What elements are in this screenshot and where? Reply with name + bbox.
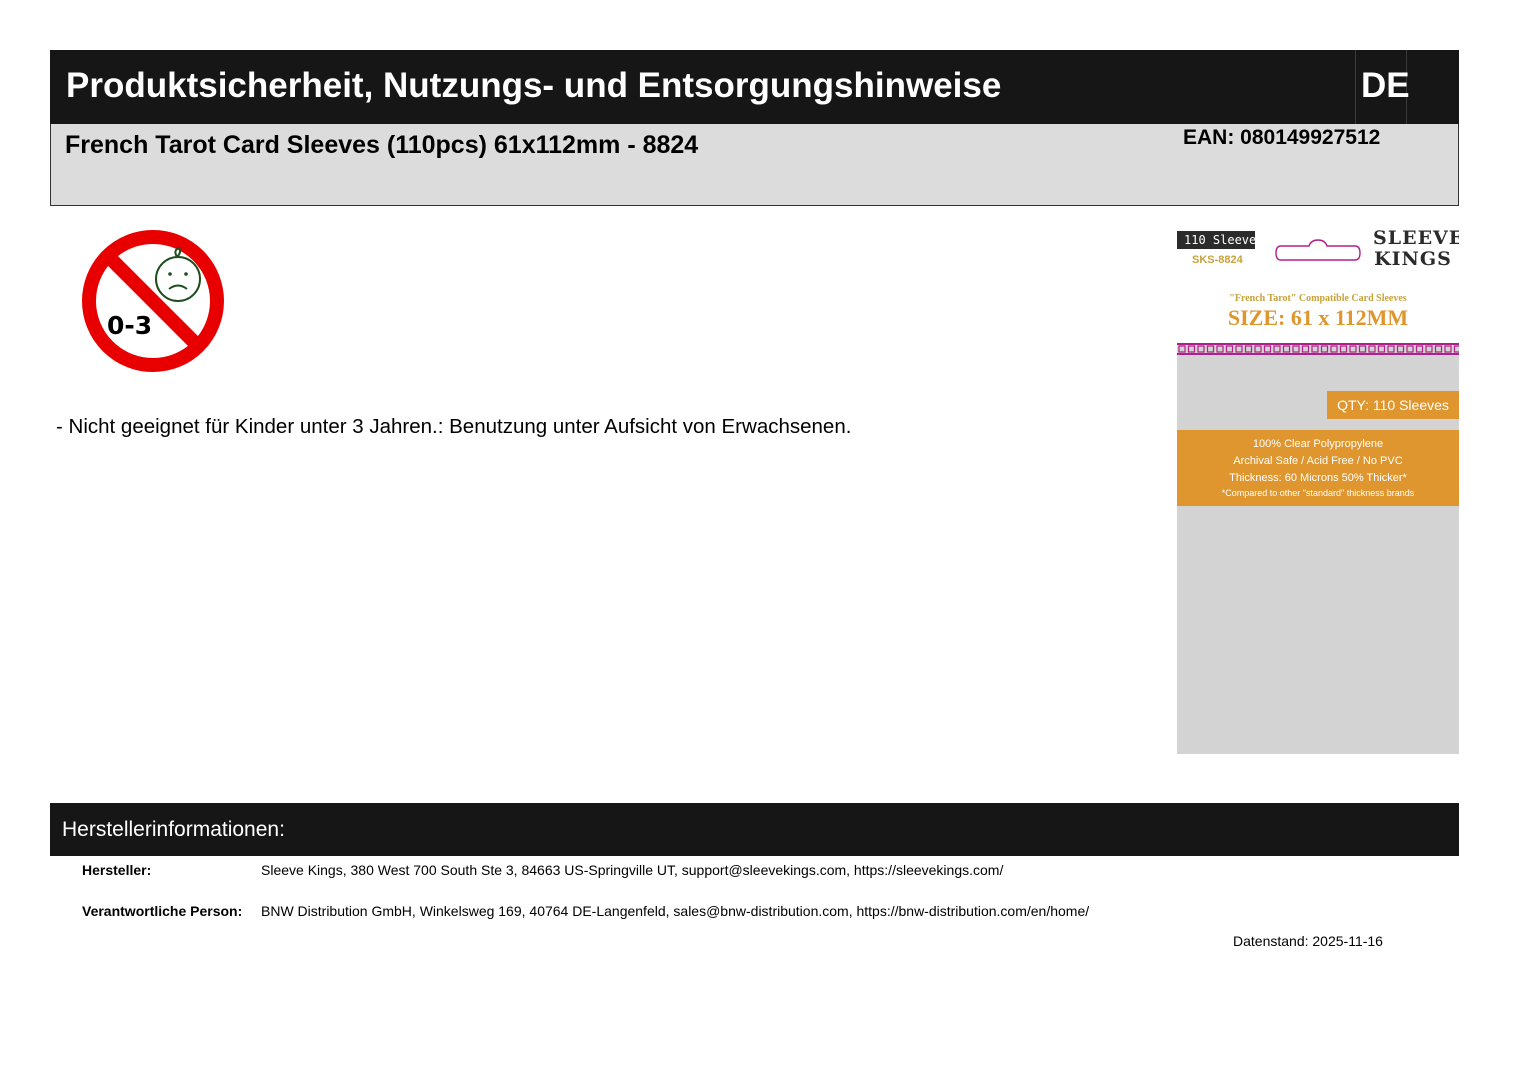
package-qty-badge: QTY: 110 Sleeves <box>1327 391 1459 419</box>
band-line: Archival Safe / Acid Free / No PVC <box>1233 455 1403 467</box>
responsible-person-value: BNW Distribution GmbH, Winkelsweg 169, 4… <box>261 903 1090 919</box>
no-children-under-3-icon: 0-3 <box>82 230 224 372</box>
warning-text: - Nicht geeignet für Kinder unter 3 Jahr… <box>56 415 852 438</box>
package-info-band: 100% Clear Polypropylene Archival Safe /… <box>1177 430 1459 506</box>
brand-logo-line2: KINGS <box>1374 248 1452 270</box>
header-bar: Produktsicherheit, Nutzungs- und Entsorg… <box>50 50 1459 124</box>
brand-logo-line1: SLEEVE <box>1373 227 1459 249</box>
manufacturer-label: Hersteller: <box>82 862 152 878</box>
band-line: 100% Clear Polypropylene <box>1252 438 1384 450</box>
language-code: DE <box>1361 66 1410 105</box>
decorative-border <box>1177 343 1459 355</box>
manufacturer-header: Herstellerinformationen: <box>50 803 1459 856</box>
language-box: DE <box>1355 50 1410 124</box>
age-label: 0-3 <box>107 311 152 340</box>
package-sku: SKS-8824 <box>1192 254 1243 266</box>
brand-logo: SLEEVE KINGS <box>1373 227 1459 270</box>
product-name: French Tarot Card Sleeves (110pcs) 61x11… <box>65 131 699 159</box>
data-date: Datenstand: 2025-11-16 <box>1233 933 1383 949</box>
product-bar: French Tarot Card Sleeves (110pcs) 61x11… <box>50 124 1459 206</box>
ean-code: EAN: 080149927512 <box>1183 126 1381 149</box>
manufacturer-title: Herstellerinformationen: <box>62 818 285 841</box>
page-title: Produktsicherheit, Nutzungs- und Entsorg… <box>66 66 1002 105</box>
band-line: Thickness: 60 Microns 50% Thicker* <box>1229 472 1407 484</box>
manufacturer-value: Sleeve Kings, 380 West 700 South Ste 3, … <box>261 862 1004 878</box>
band-footnote: *Compared to other "standard" thickness … <box>1221 488 1415 498</box>
package-compat-text: "French Tarot" Compatible Card Sleeves <box>1229 293 1407 304</box>
package-count-tag: 110 Sleeves <box>1177 231 1263 249</box>
responsible-person-label: Verantwortliche Person: <box>82 903 243 919</box>
hang-hole-icon <box>1275 239 1361 261</box>
package-size-text: SIZE: 61 x 112MM <box>1227 305 1409 330</box>
product-image: 110 Sleeves SKS-8824 SLEEVE KINGS "Frenc… <box>1177 222 1459 754</box>
